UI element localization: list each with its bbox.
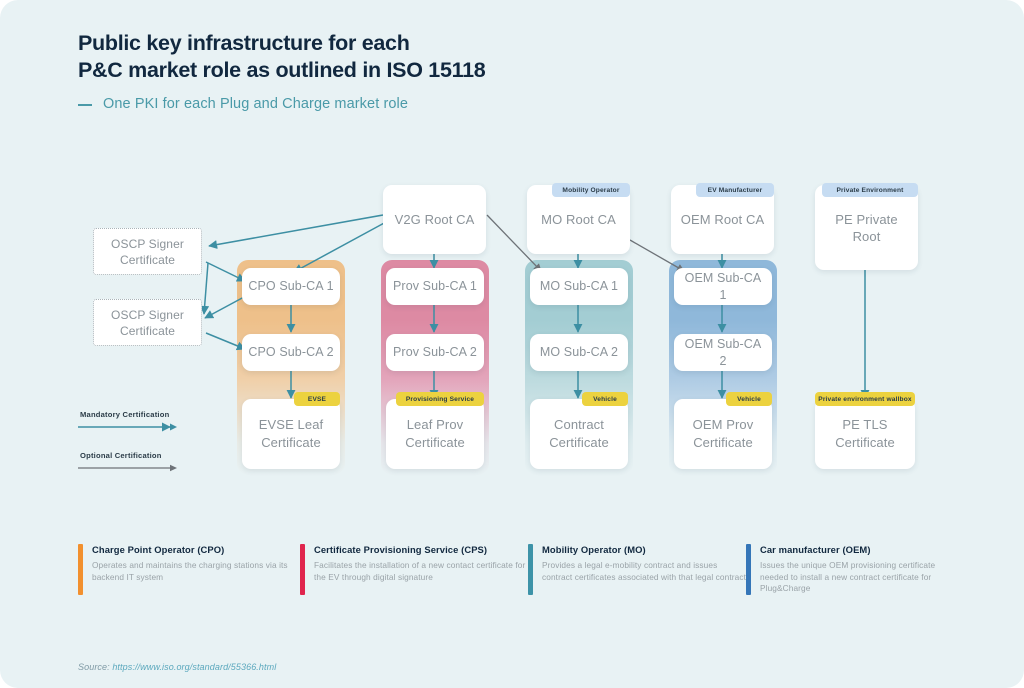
legend-optional-arrow [78,464,177,472]
sub-ca-card-cpo-2[interactable]: CPO Sub-CA 2 [242,334,340,371]
sub-ca-card-oem-1[interactable]: OEM Sub-CA 1 [674,268,772,305]
leaf-card-mo[interactable]: Contract Certificate [530,399,628,469]
leaf-card-oem[interactable]: OEM Prov Certificate [674,399,772,469]
legend-item-cpo: Charge Point Operator (CPO) Operates and… [78,544,300,595]
legend-desc-oem: Issues the unique OEM provisioning certi… [760,560,936,593]
legend-desc-cpo: Operates and maintains the charging stat… [92,560,288,582]
leaf-card-pe[interactable]: PE TLS Certificate [815,399,915,469]
legend-title-oem: Car manufacturer (OEM) [760,544,871,555]
ocsp-signer-certificate-2[interactable]: OSCP Signer Certificate [93,299,202,346]
legend-color-bar-mo [528,544,533,595]
legend-color-bar-cps [300,544,305,595]
leaf-card-prov[interactable]: Leaf Prov Certificate [386,399,484,469]
legend-desc-mo: Provides a legal e-mobility contract and… [542,560,746,582]
sub-ca-card-mo-1[interactable]: MO Sub-CA 1 [530,268,628,305]
role-legend: Charge Point Operator (CPO) Operates and… [78,544,958,595]
tag-ev-manufacturer: EV Manufacturer [696,183,774,197]
tag-vehicle-oem: Vehicle [726,392,772,406]
legend-desc-cps: Facilitates the installation of a new co… [314,560,526,582]
root-card-v2g[interactable]: V2G Root CA [383,185,486,254]
tag-mobility-operator: Mobility Operator [552,183,630,197]
diagram-page: Public key infrastructure for each P&C m… [0,0,1024,688]
source-prefix: Source: [78,662,113,672]
tag-provisioning-service: Provisioning Service [396,392,484,406]
tag-evse: EVSE [294,392,340,406]
root-card-pe[interactable]: PE Private Root [815,185,918,270]
legend-item-oem: Car manufacturer (OEM) Issues the unique… [746,544,956,595]
tag-private-environment-wallbox: Private environment wallbox [815,392,915,406]
legend-optional-label: Optional Certification [80,451,162,460]
legend-title-cps: Certificate Provisioning Service (CPS) [314,544,488,555]
legend-item-mo: Mobility Operator (MO) Provides a legal … [528,544,746,595]
legend-color-bar-cpo [78,544,83,595]
source-note: Source: https://www.iso.org/standard/553… [78,662,276,672]
legend-item-cps: Certificate Provisioning Service (CPS) F… [300,544,528,595]
sub-ca-card-prov-2[interactable]: Prov Sub-CA 2 [386,334,484,371]
ocsp-signer-certificate-1[interactable]: OSCP Signer Certificate [93,228,202,275]
sub-ca-card-oem-2[interactable]: OEM Sub-CA 2 [674,334,772,371]
source-link[interactable]: https://www.iso.org/standard/55366.html [112,662,276,672]
legend-title-cpo: Charge Point Operator (CPO) [92,544,225,555]
leaf-card-cpo[interactable]: EVSE Leaf Certificate [242,399,340,469]
legend-color-bar-oem [746,544,751,595]
tag-private-environment: Private Environment [822,183,918,197]
sub-ca-card-mo-2[interactable]: MO Sub-CA 2 [530,334,628,371]
legend-mandatory-label: Mandatory Certification [80,410,170,419]
sub-ca-card-cpo-1[interactable]: CPO Sub-CA 1 [242,268,340,305]
tag-vehicle-mo: Vehicle [582,392,628,406]
sub-ca-card-prov-1[interactable]: Prov Sub-CA 1 [386,268,484,305]
legend-mandatory-arrow [78,422,177,432]
legend-title-mo: Mobility Operator (MO) [542,544,646,555]
